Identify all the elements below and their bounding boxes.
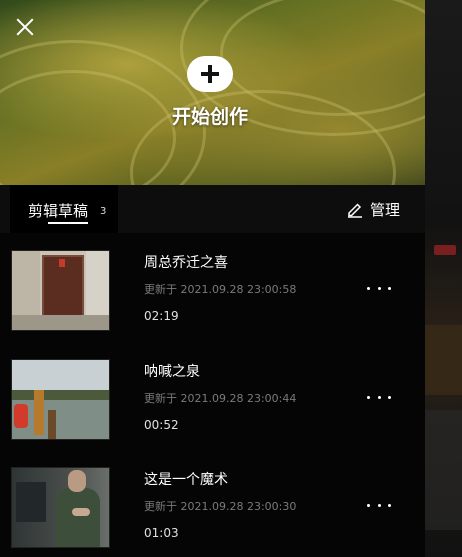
draft-thumbnail — [11, 359, 110, 440]
tab-bar: 剪辑草稿 3 管理 — [0, 185, 425, 233]
draft-updated-time: 更新于 2021.09.28 23:00:44 — [144, 392, 297, 405]
draft-title: 这是一个魔术 — [144, 472, 228, 488]
start-create-button[interactable]: 开始创作 — [160, 56, 260, 136]
more-options-icon[interactable] — [364, 389, 394, 405]
draft-duration: 01:03 — [144, 526, 179, 540]
draft-updated-time: 更新于 2021.09.28 23:00:58 — [144, 283, 297, 296]
edit-pencil-icon — [346, 200, 364, 218]
background-image-fragment — [425, 410, 462, 530]
background-image-fragment — [425, 325, 462, 395]
tab-drafts[interactable]: 剪辑草稿 3 — [10, 185, 118, 233]
tab-active-indicator — [48, 222, 88, 224]
drafts-count: 3 — [100, 206, 107, 217]
draft-thumbnail — [11, 250, 110, 331]
drafts-panel: 开始创作 剪辑草稿 3 管理 周总乔迁之喜 更新于 2021.09.28 23:… — [0, 0, 425, 557]
background-red-tag — [434, 245, 456, 255]
draft-title: 周总乔迁之喜 — [144, 255, 228, 271]
draft-item[interactable]: 周总乔迁之喜 更新于 2021.09.28 23:00:58 02:19 — [0, 250, 425, 340]
manage-button[interactable]: 管理 — [346, 197, 400, 221]
draft-thumbnail — [11, 467, 110, 548]
draft-duration: 02:19 — [144, 309, 179, 323]
draft-updated-time: 更新于 2021.09.28 23:00:30 — [144, 500, 297, 513]
tab-drafts-label: 剪辑草稿 — [28, 202, 89, 220]
draft-item[interactable]: 呐喊之泉 更新于 2021.09.28 23:00:44 00:52 — [0, 359, 425, 449]
close-icon[interactable] — [12, 14, 38, 40]
background-page-strip — [425, 0, 462, 557]
plus-icon — [187, 56, 233, 92]
draft-duration: 00:52 — [144, 418, 179, 432]
more-options-icon[interactable] — [364, 280, 394, 296]
draft-title: 呐喊之泉 — [144, 364, 200, 380]
more-options-icon[interactable] — [364, 497, 394, 513]
manage-label: 管理 — [370, 200, 401, 219]
hero-banner: 开始创作 — [0, 0, 425, 185]
draft-item[interactable]: 这是一个魔术 更新于 2021.09.28 23:00:30 01:03 — [0, 467, 425, 557]
start-create-label: 开始创作 — [171, 106, 248, 128]
